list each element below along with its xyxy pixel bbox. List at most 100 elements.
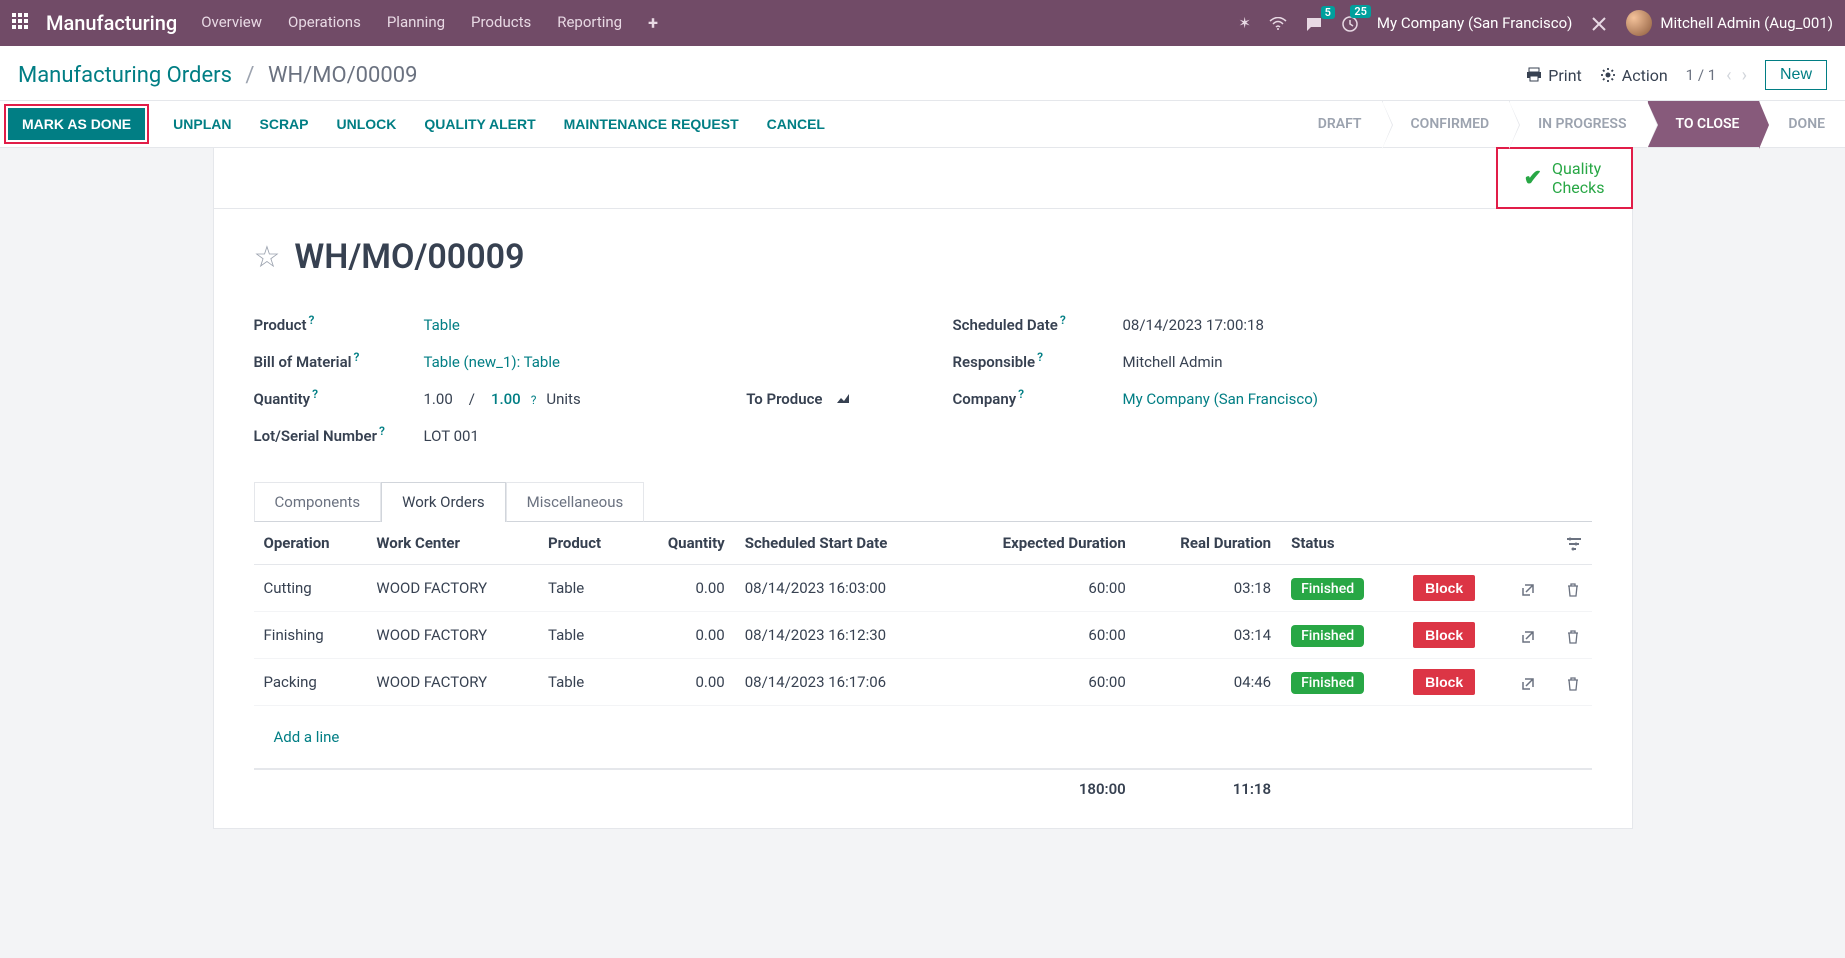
quality-checks-button[interactable]: ✔ Quality Checks [1496,147,1633,209]
pager-next-icon[interactable]: › [1742,65,1747,86]
cell-real-dur: 03:18 [1136,565,1281,612]
scrap-button[interactable]: SCRAP [256,108,313,140]
trash-icon[interactable] [1566,673,1580,692]
menu-planning[interactable]: Planning [387,13,445,34]
tools-icon[interactable] [1590,13,1608,32]
brand-title[interactable]: Manufacturing [46,11,177,35]
company-selector[interactable]: My Company (San Francisco) [1377,14,1572,32]
status-done[interactable]: DONE [1759,101,1845,147]
label-bom: Bill of Material? [254,350,424,371]
value-bom[interactable]: Table (new_1): Table [424,353,560,371]
breadcrumb: Manufacturing Orders / WH/MO/00009 [18,63,418,88]
quality-alert-button[interactable]: QUALITY ALERT [420,108,539,140]
top-nav: Manufacturing Overview Operations Planni… [0,0,1845,46]
add-line-link[interactable]: Add a line [264,716,1582,758]
cell-trash [1556,659,1592,706]
action-button[interactable]: Action [1600,66,1668,85]
print-button[interactable]: Print [1526,66,1581,85]
status-in-progress[interactable]: IN PROGRESS [1509,101,1646,147]
value-lot-serial[interactable]: LOT 001 [424,427,479,445]
check-icon: ✔ [1524,166,1542,191]
cell-block: Block [1403,659,1511,706]
tab-work-orders[interactable]: Work Orders [381,482,506,522]
cell-work-center: WOOD FACTORY [366,659,538,706]
table-row[interactable]: Packing WOOD FACTORY Table 0.00 08/14/20… [254,659,1592,706]
block-button[interactable]: Block [1413,575,1475,601]
main-menu: Overview Operations Planning Products Re… [201,13,658,34]
cell-extlink [1511,612,1556,659]
mark-as-done-button[interactable]: MARK AS DONE [8,108,145,140]
pager-prev-icon[interactable]: ‹ [1726,65,1731,86]
unplan-button[interactable]: UNPLAN [169,108,235,140]
cell-product: Table [538,612,634,659]
external-link-icon[interactable] [1521,579,1535,598]
menu-reporting[interactable]: Reporting [557,13,622,34]
form-sheet: ✔ Quality Checks ☆ WH/MO/00009 Product? … [213,148,1633,829]
work-orders-table: Operation Work Center Product Quantity S… [254,522,1592,808]
user-menu[interactable]: Mitchell Admin (Aug_001) [1626,10,1833,36]
label-lot-serial: Lot/Serial Number? [254,424,424,445]
col-product: Product [538,522,634,565]
cell-quantity: 0.00 [634,659,735,706]
chat-badge: 5 [1321,6,1335,19]
menu-operations[interactable]: Operations [288,13,361,34]
wifi-icon[interactable] [1269,14,1287,32]
block-button[interactable]: Block [1413,622,1475,648]
favorite-star-icon[interactable]: ☆ [254,240,281,275]
tab-components[interactable]: Components [254,482,382,522]
menu-overview[interactable]: Overview [201,13,262,34]
cell-status: Finished [1281,612,1403,659]
print-icon [1526,67,1542,83]
table-row[interactable]: Finishing WOOD FACTORY Table 0.00 08/14/… [254,612,1592,659]
cell-sched-start: 08/14/2023 16:03:00 [735,565,948,612]
col-sched-start: Scheduled Start Date [735,522,948,565]
external-link-icon[interactable] [1521,673,1535,692]
tab-miscellaneous[interactable]: Miscellaneous [506,482,645,522]
value-quantity: 1.00 / 1.00 ? Units [424,390,581,408]
trash-icon[interactable] [1566,579,1580,598]
cell-trash [1556,612,1592,659]
unlock-button[interactable]: UNLOCK [333,108,401,140]
cell-extlink [1511,565,1556,612]
status-to-close[interactable]: TO CLOSE [1647,101,1760,147]
cell-quantity: 0.00 [634,565,735,612]
breadcrumb-current: WH/MO/00009 [268,63,418,88]
value-scheduled-date[interactable]: 08/14/2023 17:00:18 [1123,316,1264,334]
external-link-icon[interactable] [1521,626,1535,645]
status-flow: DRAFT CONFIRMED IN PROGRESS TO CLOSE DON… [1290,101,1845,147]
avatar [1626,10,1652,36]
total-exp-dur: 180:00 [948,769,1136,808]
apps-grid-icon[interactable] [12,13,32,33]
maintenance-request-button[interactable]: MAINTENANCE REQUEST [560,108,743,140]
value-company[interactable]: My Company (San Francisco) [1123,390,1318,408]
value-responsible[interactable]: Mitchell Admin [1123,353,1223,371]
trash-icon[interactable] [1566,626,1580,645]
table-row[interactable]: Cutting WOOD FACTORY Table 0.00 08/14/20… [254,565,1592,612]
cancel-button[interactable]: CANCEL [763,108,829,140]
breadcrumb-root[interactable]: Manufacturing Orders [18,63,232,88]
gear-icon [1600,67,1616,83]
cell-status: Finished [1281,659,1403,706]
col-operation: Operation [254,522,367,565]
chart-icon[interactable] [835,392,853,406]
cell-block: Block [1403,565,1511,612]
chat-icon[interactable]: 5 [1305,14,1323,32]
col-settings[interactable] [1556,522,1592,565]
menu-products[interactable]: Products [471,13,531,34]
action-bar: MARK AS DONE UNPLAN SCRAP UNLOCK QUALITY… [0,100,1845,148]
status-confirmed[interactable]: CONFIRMED [1382,101,1510,147]
label-scheduled-date: Scheduled Date? [953,313,1123,334]
new-button[interactable]: New [1765,60,1827,90]
cell-quantity: 0.00 [634,612,735,659]
cell-status: Finished [1281,565,1403,612]
cell-extlink [1511,659,1556,706]
block-button[interactable]: Block [1413,669,1475,695]
label-quantity: Quantity? [254,387,424,408]
value-product[interactable]: Table [424,316,460,334]
menu-add-icon[interactable]: + [648,13,658,34]
activity-icon[interactable]: 25 [1341,13,1359,32]
cell-exp-dur: 60:00 [948,659,1136,706]
status-draft[interactable]: DRAFT [1290,101,1382,147]
bug-icon[interactable]: ✶ [1238,14,1251,32]
control-bar: Manufacturing Orders / WH/MO/00009 Print… [0,46,1845,100]
